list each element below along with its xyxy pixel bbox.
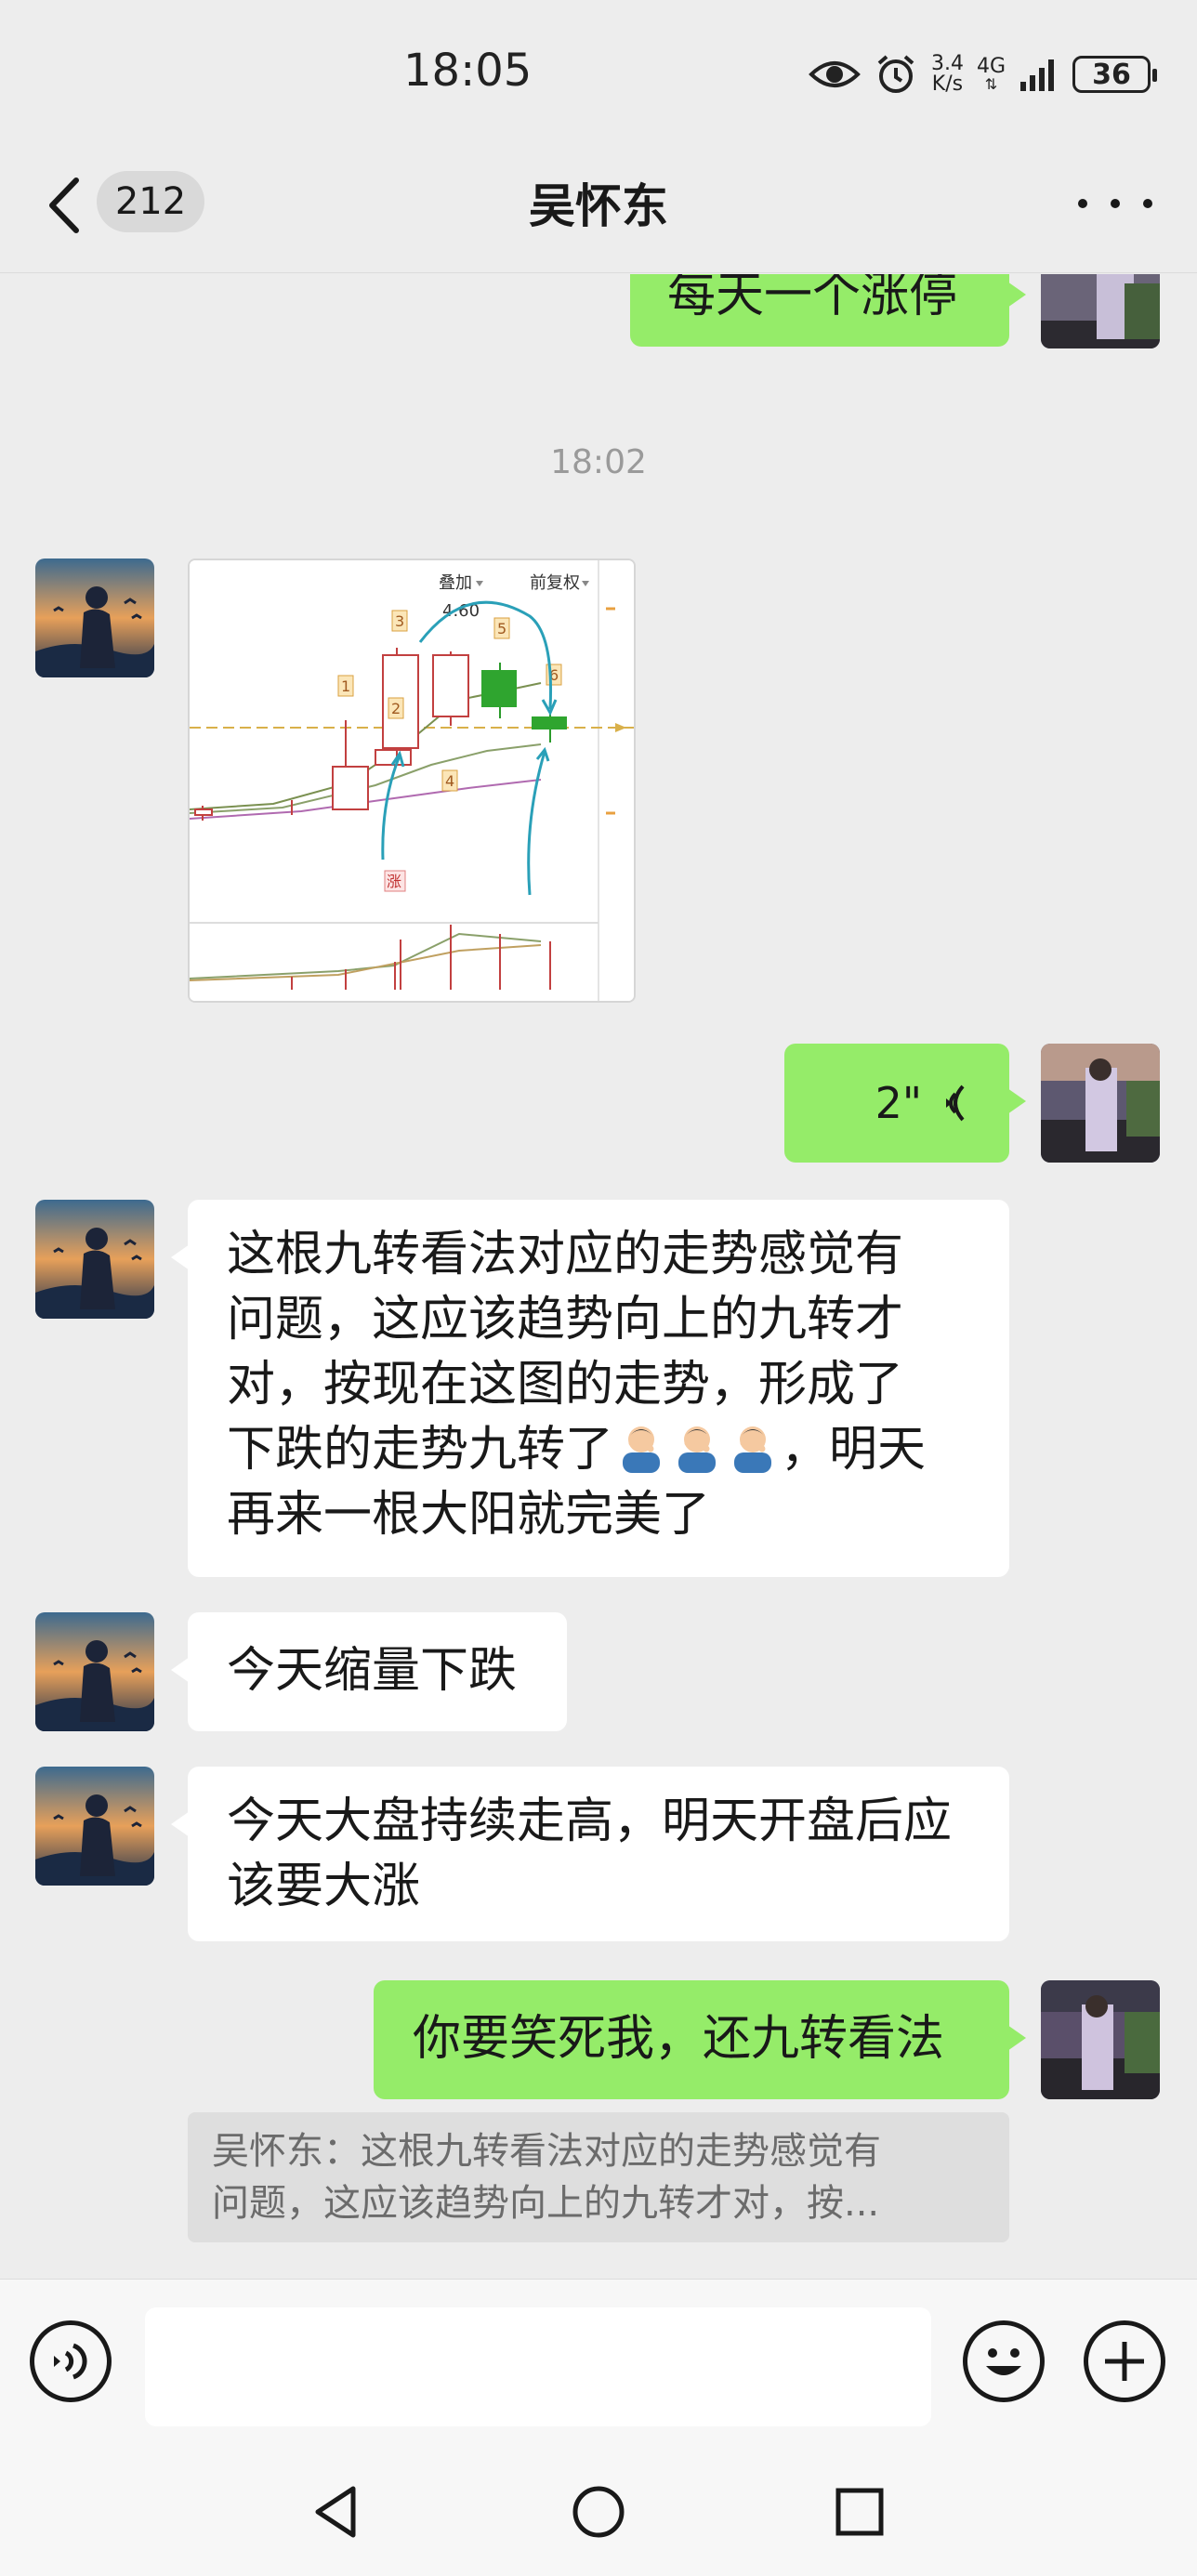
contact-avatar[interactable]: [35, 1767, 154, 1886]
more-dots-icon[interactable]: [1078, 180, 1152, 227]
network-type: 4G ⇅: [977, 57, 1006, 92]
message-input[interactable]: [145, 2307, 931, 2426]
chart-adjust-label: 前复权: [530, 573, 580, 593]
network-speed: 3.4 K/s: [931, 54, 964, 95]
message-text-line: 今天大盘持续走高，明天开盘后应: [227, 1794, 953, 1849]
emoji-icon[interactable]: [963, 2320, 1045, 2402]
quoted-message[interactable]: 吴怀东：这根九转看法对应的走势感觉有 问题，这应该趋势向上的九转才对，按...: [188, 2112, 1009, 2242]
status-bar: 18:05 3.4 K/s 4G ⇅ 36: [0, 0, 1197, 139]
my-avatar[interactable]: [1041, 274, 1160, 348]
status-icons: 3.4 K/s 4G ⇅ 36: [809, 46, 1157, 102]
page-title: 吴怀东: [529, 179, 668, 233]
message-text-segment: 下跌的走势九转了: [227, 1422, 614, 1478]
contact-avatar[interactable]: [35, 559, 154, 677]
speed-value: 3.4: [930, 52, 964, 75]
eye-icon: [809, 61, 861, 87]
candlestick-chart-image: 叠加 前复权 4.60 3 1 2 5 6 4 涨: [190, 560, 634, 1001]
message-text: 今天缩量下跌: [227, 1643, 518, 1699]
message-bubble-contact[interactable]: 今天大盘持续走高，明天开盘后应 该要大涨: [171, 1767, 1009, 1941]
signal-icon: [1020, 59, 1054, 91]
message-text-line: 下跌的走势九转了 ，明天: [227, 1417, 970, 1482]
alarm-icon: [877, 55, 914, 93]
my-avatar[interactable]: [1041, 1980, 1160, 2099]
triangle-back-icon[interactable]: [305, 2479, 370, 2544]
input-bar: [0, 2279, 1197, 2446]
battery-icon: 36: [1072, 56, 1157, 93]
message-bubble-contact[interactable]: 这根九转看法对应的走势感觉有 问题，这应该趋势向上的九转才 对，按现在这图的走势…: [171, 1200, 1009, 1577]
voice-message-mine[interactable]: 2": [784, 1044, 1026, 1163]
plus-icon[interactable]: [1084, 2320, 1165, 2402]
message-bubble-contact[interactable]: 今天缩量下跌: [171, 1612, 567, 1731]
facepalm-emoji-icon: [678, 1426, 717, 1473]
message-text-segment: ，明天: [781, 1422, 927, 1478]
message-text: 你要笑死我，还九转看法: [413, 2011, 945, 2067]
message-bubble-mine[interactable]: 每天一个涨停: [630, 274, 1026, 347]
marker-4: 4: [445, 772, 454, 790]
message-text-line: 再来一根大阳就完美了: [227, 1487, 711, 1543]
quote-text-line: 问题，这应该趋势向上的九转才对，按...: [212, 2182, 880, 2225]
limit-up-marker: 涨: [387, 873, 401, 890]
voice-icon[interactable]: [30, 2320, 112, 2402]
message-text-line: 这根九转看法对应的走势感觉有: [227, 1227, 904, 1282]
message-text-line: 问题，这应该趋势向上的九转才: [227, 1292, 904, 1347]
status-time: 18:05: [403, 45, 533, 97]
network-label: 4G: [976, 55, 1006, 78]
circle-home-icon[interactable]: [566, 2479, 631, 2544]
image-message[interactable]: 叠加 前复权 4.60 3 1 2 5 6 4 涨: [188, 559, 636, 1003]
chat-header: 212 吴怀东: [0, 139, 1197, 273]
speed-unit: K/s: [931, 72, 964, 96]
battery-level: 36: [1092, 58, 1131, 91]
my-avatar[interactable]: [1041, 1044, 1160, 1163]
quote-text-line: 吴怀东：这根九转看法对应的走势感觉有: [212, 2130, 881, 2173]
marker-2: 2: [391, 700, 401, 717]
contact-avatar[interactable]: [35, 1200, 154, 1319]
arrows-icon: ⇅: [984, 75, 998, 93]
contact-avatar[interactable]: [35, 1612, 154, 1731]
voice-wave-icon: [946, 1084, 965, 1122]
chart-overlay-label: 叠加: [439, 573, 472, 593]
marker-5: 5: [497, 620, 506, 637]
system-navigation-bar: [0, 2446, 1197, 2576]
message-text-line: 对，按现在这图的走势，形成了: [227, 1357, 904, 1413]
message-text-line: 该要大涨: [227, 1859, 421, 1914]
message-list[interactable]: 每天一个涨停 18:02 叠加 前复权 4.60 3 1 2 5 6 4 涨 2…: [0, 274, 1197, 2277]
facepalm-emoji-icon: [734, 1426, 772, 1473]
facepalm-emoji-icon: [623, 1426, 661, 1473]
voice-duration: 2": [875, 1078, 922, 1128]
message-bubble-mine[interactable]: 你要笑死我，还九转看法: [374, 1980, 1026, 2099]
message-text: 每天一个涨停: [667, 274, 958, 323]
square-recent-icon[interactable]: [827, 2479, 892, 2544]
marker-3: 3: [395, 612, 404, 630]
marker-1: 1: [341, 677, 350, 695]
timestamp-divider: 18:02: [550, 443, 647, 481]
